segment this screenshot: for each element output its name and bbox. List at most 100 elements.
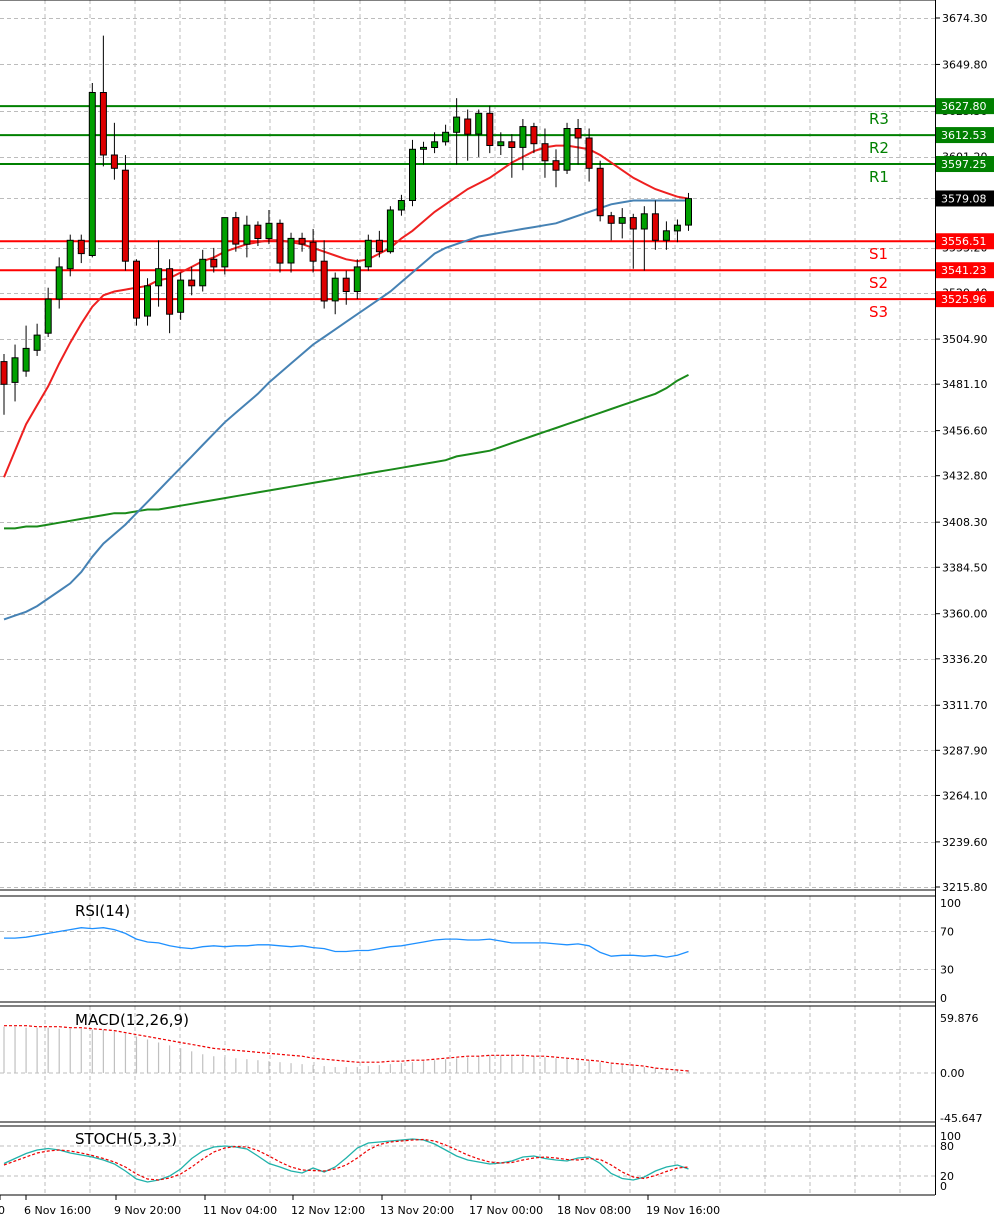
candle-body: [651, 213, 659, 241]
level-price-label: 3556.51: [941, 235, 987, 248]
price-tick-label: 3408.30: [942, 516, 988, 529]
candle-body: [420, 146, 427, 150]
price-tick-label: 3384.50: [942, 561, 988, 574]
rsi-axis-label: 0: [940, 992, 947, 1005]
candle-body: [188, 279, 196, 287]
macd-axis-label: 0.00: [940, 1067, 965, 1080]
rsi-axis-label: 30: [940, 964, 954, 977]
candle-body: [276, 222, 284, 264]
candle-body: [475, 112, 483, 135]
candle-body: [265, 222, 273, 240]
candle-body: [442, 131, 450, 143]
candle[interactable]: [364, 234, 372, 271]
price-tick-label: 3264.10: [942, 789, 988, 802]
level-name-s1: S1: [869, 245, 888, 263]
price-tick-label: 3481.10: [942, 378, 988, 391]
candle-body: [177, 279, 185, 313]
price-tick-label: 3239.60: [942, 836, 988, 849]
candle-body: [486, 112, 494, 147]
rsi-axis-label: 70: [940, 926, 954, 939]
candle-body: [673, 224, 681, 232]
candle[interactable]: [133, 259, 140, 326]
macd-axis-label: -45.647: [940, 1112, 982, 1125]
candle-body: [607, 215, 615, 224]
price-tick-label: 3336.20: [942, 653, 988, 666]
level-name-r2: R2: [869, 139, 889, 157]
candle-body: [618, 217, 626, 224]
candle-body: [199, 258, 207, 287]
level-price-label: 3541.23: [941, 264, 987, 277]
price-tick-label: 3504.90: [942, 333, 988, 346]
stoch-axis-label: 80: [940, 1140, 954, 1153]
trading-chart[interactable]: R3R2R1S1S2S3 3674.303649.803625.303601.2…: [0, 0, 1000, 1223]
candle-body: [585, 137, 593, 169]
candle-body: [629, 217, 637, 230]
price-tick-label: 3287.90: [942, 744, 988, 757]
candle[interactable]: [386, 206, 394, 254]
stoch-title: STOCH(5,3,3): [75, 1130, 177, 1148]
time-tick-label: 17 Nov 00:00: [469, 1204, 543, 1217]
price-tick-label: 3432.80: [942, 470, 988, 483]
candle-body: [22, 347, 30, 372]
candle-body: [662, 230, 670, 241]
price-tick-label: 3674.30: [942, 12, 988, 25]
candle-body: [563, 128, 571, 171]
candle-body: [66, 239, 74, 270]
candle-body: [110, 154, 118, 169]
candle-body: [166, 268, 174, 315]
candle-body: [11, 357, 19, 383]
candle-body: [298, 237, 306, 245]
candle-body: [640, 213, 648, 230]
candle-body: [254, 224, 262, 239]
candle-body: [221, 217, 229, 268]
candle-body: [144, 285, 151, 317]
candle-body: [331, 277, 339, 302]
candle-body: [431, 141, 439, 149]
candle[interactable]: [221, 217, 229, 275]
price-tick-label: 3215.80: [942, 881, 988, 894]
candle-body: [88, 92, 96, 256]
candle-body: [287, 237, 295, 264]
candle-body: [464, 118, 472, 135]
candle[interactable]: [409, 139, 416, 207]
candle-body: [121, 169, 129, 262]
candle[interactable]: [596, 160, 604, 222]
candle-body: [397, 200, 405, 211]
candle-body: [44, 298, 52, 334]
time-tick-label: 0: [0, 1204, 5, 1217]
candle-body: [519, 126, 527, 148]
candle-body: [33, 334, 41, 351]
level-price-label: 3597.25: [941, 158, 987, 171]
time-tick-label: 6 Nov 16:00: [24, 1204, 91, 1217]
time-tick-label: 13 Nov 20:00: [380, 1204, 454, 1217]
rsi-title: RSI(14): [75, 902, 130, 920]
time-tick-label: 9 Nov 20:00: [114, 1204, 181, 1217]
candle-body: [386, 209, 394, 253]
candle-body: [342, 277, 350, 293]
candle-body: [353, 266, 361, 292]
stoch-axis-label: 0: [940, 1180, 947, 1193]
candle-body: [320, 260, 328, 302]
macd-title: MACD(12,26,9): [75, 1011, 189, 1029]
price-tick-label: 3456.60: [942, 425, 988, 438]
level-price-label: 3525.96: [941, 293, 987, 306]
time-tick-label: 12 Nov 12:00: [291, 1204, 365, 1217]
rsi-axis-label: 100: [940, 897, 961, 910]
candle-body: [497, 141, 505, 147]
candle[interactable]: [563, 122, 571, 174]
time-tick-label: 11 Nov 04:00: [203, 1204, 277, 1217]
candle-body: [243, 224, 251, 245]
level-name-r3: R3: [869, 110, 889, 128]
current-price-label: 3579.08: [941, 192, 987, 205]
macd-axis-label: 59.876: [940, 1012, 979, 1025]
candle-body: [685, 198, 692, 226]
candle-body: [309, 241, 317, 262]
level-price-label: 3627.80: [941, 100, 987, 113]
candle[interactable]: [121, 155, 129, 271]
chart-canvas[interactable]: R3R2R1S1S2S3 3674.303649.803625.303601.2…: [0, 0, 1000, 1223]
candle[interactable]: [88, 83, 96, 258]
candle-body: [210, 258, 218, 268]
candle-body: [530, 126, 538, 145]
candle-body: [77, 239, 85, 255]
candle[interactable]: [685, 192, 692, 231]
